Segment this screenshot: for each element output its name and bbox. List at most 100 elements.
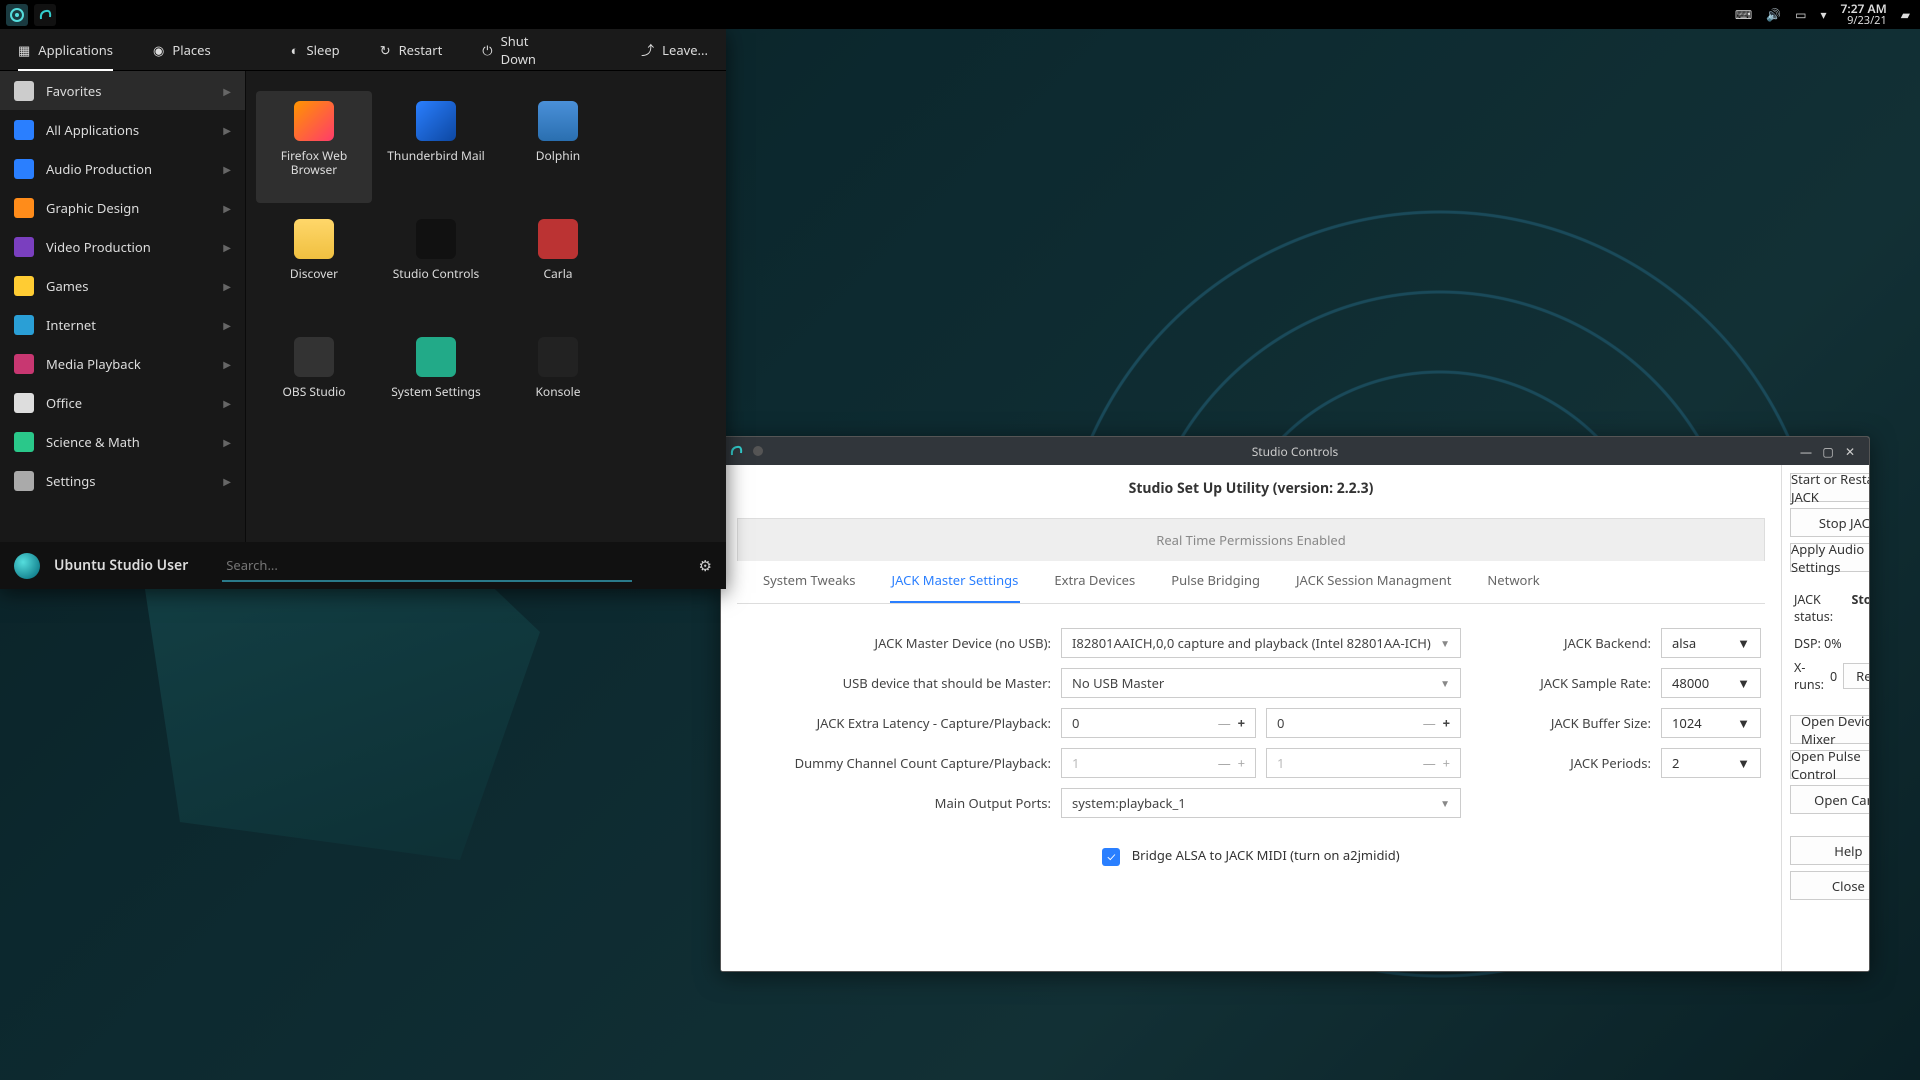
studio-icon	[38, 8, 52, 22]
power-restart[interactable]: ↻Restart	[380, 41, 443, 59]
app-icon	[416, 337, 456, 377]
jack-status-label: JACK status:	[1794, 591, 1851, 625]
app-system-settings[interactable]: System Settings	[378, 327, 494, 439]
latency-playback-spin[interactable]: 0— +	[1266, 708, 1461, 738]
bridge-alsa-row[interactable]: ✓ Bridge ALSA to JACK MIDI (turn on a2jm…	[721, 818, 1781, 894]
sidebar-item-science-math[interactable]: Science & Math▶	[0, 422, 245, 461]
app-konsole[interactable]: Konsole	[500, 327, 616, 439]
avatar[interactable]	[14, 553, 40, 579]
clock-date: 9/23/21	[1841, 15, 1887, 27]
app-label: Studio Controls	[393, 267, 480, 281]
app-label: Firefox Web Browser	[256, 149, 372, 178]
tab-jack-session-managment[interactable]: JACK Session Managment	[1294, 561, 1453, 603]
category-icon	[14, 276, 34, 296]
app-studio-controls[interactable]: Studio Controls	[378, 209, 494, 321]
latency-capture-spin[interactable]: 0— +	[1061, 708, 1256, 738]
category-icon	[14, 237, 34, 257]
periods-label: JACK Periods:	[1461, 754, 1661, 772]
search-input[interactable]	[222, 550, 632, 582]
tab-applications[interactable]: ▦ Applications	[18, 41, 113, 71]
sidebar-item-office[interactable]: Office▶	[0, 383, 245, 422]
display-icon[interactable]: ▭	[1795, 6, 1806, 23]
settings-tabs: System Tweaks JACK Master Settings Extra D…	[737, 561, 1765, 604]
chevron-down-icon: ▼	[1737, 754, 1750, 772]
open-carla-button[interactable]: Open Carla	[1790, 785, 1870, 814]
minimize-button[interactable]: —	[1795, 443, 1817, 460]
app-discover[interactable]: Discover	[256, 209, 372, 321]
app-thunderbird-mail[interactable]: Thunderbird Mail	[378, 91, 494, 203]
periods-combo[interactable]: 2▼	[1661, 748, 1761, 778]
help-button[interactable]: Help	[1790, 836, 1870, 865]
gear-icon[interactable]: ⚙	[699, 556, 712, 576]
app-label: Discover	[290, 267, 338, 281]
start-menu-button[interactable]	[6, 4, 28, 26]
power-shutdown[interactable]: ⏻Shut Down	[482, 32, 540, 68]
username: Ubuntu Studio User	[54, 556, 188, 575]
tab-network[interactable]: Network	[1485, 561, 1541, 603]
app-icon	[538, 101, 578, 141]
sidebar-item-games[interactable]: Games▶	[0, 266, 245, 305]
window-menu-dot[interactable]	[753, 446, 763, 456]
maximize-button[interactable]: ▢	[1817, 443, 1839, 460]
open-pulse-button[interactable]: Open Pulse Control	[1790, 750, 1870, 779]
close-button[interactable]: ✕	[1839, 443, 1861, 460]
sidebar-item-audio-production[interactable]: Audio Production▶	[0, 149, 245, 188]
volume-icon[interactable]: 🔊	[1766, 6, 1781, 23]
side-panel: Start or Restart JACK Stop JACK Apply Au…	[1781, 465, 1870, 971]
chevron-right-icon: ▶	[223, 240, 231, 254]
sidebar-item-internet[interactable]: Internet▶	[0, 305, 245, 344]
launcher-grid: Firefox Web Browser Thunderbird Mail Dolph…	[246, 71, 726, 542]
dummy-playback-spin[interactable]: 1— +	[1266, 748, 1461, 778]
close-window-button[interactable]: Close	[1790, 871, 1870, 900]
sidebar-item-graphic-design[interactable]: Graphic Design▶	[0, 188, 245, 227]
usb-master-label: USB device that should be Master:	[741, 674, 1061, 692]
sidebar-item-favorites[interactable]: Favorites▶	[0, 71, 245, 110]
power-sleep[interactable]: ◐Sleep	[291, 41, 340, 59]
sample-rate-combo[interactable]: 48000▼	[1661, 668, 1761, 698]
app-label: Dolphin	[536, 149, 580, 163]
output-combo[interactable]: system:playback_1▼	[1061, 788, 1461, 818]
sidebar-item-media-playback[interactable]: Media Playback▶	[0, 344, 245, 383]
category-icon	[14, 432, 34, 452]
apply-settings-button[interactable]: Apply Audio Settings	[1790, 543, 1870, 572]
app-obs-studio[interactable]: OBS Studio	[256, 327, 372, 439]
keyboard-icon[interactable]: ⌨	[1735, 6, 1752, 23]
reset-xruns-button[interactable]: Reset	[1843, 663, 1870, 689]
sample-rate-label: JACK Sample Rate:	[1461, 674, 1661, 692]
buffer-combo[interactable]: 1024▼	[1661, 708, 1761, 738]
dsp-label: DSP: 0%	[1794, 635, 1842, 652]
sidebar-item-label: Media Playback	[46, 355, 141, 373]
usb-master-combo[interactable]: No USB Master▼	[1061, 668, 1461, 698]
tab-pulse-bridging[interactable]: Pulse Bridging	[1169, 561, 1262, 603]
app-label: Thunderbird Mail	[387, 149, 485, 163]
sidebar-item-label: Graphic Design	[46, 199, 139, 217]
sidebar-item-all-applications[interactable]: All Applications▶	[0, 110, 245, 149]
stop-jack-button[interactable]: Stop JACK	[1790, 508, 1870, 537]
chevron-right-icon: ▶	[223, 279, 231, 293]
app-firefox-web-browser[interactable]: Firefox Web Browser	[256, 91, 372, 203]
master-device-combo[interactable]: I82801AAICH,0,0 capture and playback (In…	[1061, 628, 1461, 658]
dummy-capture-spin[interactable]: 1— +	[1061, 748, 1256, 778]
app-dolphin[interactable]: Dolphin	[500, 91, 616, 203]
tab-jack-master-settings[interactable]: JACK Master Settings	[890, 561, 1021, 603]
sidebar-item-video-production[interactable]: Video Production▶	[0, 227, 245, 266]
backend-combo[interactable]: alsa▼	[1661, 628, 1761, 658]
sidebar-item-label: All Applications	[46, 121, 139, 139]
open-mixer-combo[interactable]: Open Device Mixer▼	[1790, 715, 1870, 744]
clock[interactable]: 7:27 AM 9/23/21	[1841, 2, 1887, 27]
notifications-icon[interactable]: ▰	[1901, 6, 1910, 23]
taskbar-app-studio[interactable]	[34, 4, 56, 26]
start-jack-button[interactable]: Start or Restart JACK	[1790, 473, 1870, 502]
power-leave[interactable]: ⤴Leave...	[641, 40, 708, 59]
app-carla[interactable]: Carla	[500, 209, 616, 321]
chevron-right-icon: ▶	[223, 474, 231, 488]
chevron-down-icon[interactable]: ▾	[1820, 6, 1826, 23]
tab-places[interactable]: ◉ Places	[153, 41, 211, 59]
restart-icon: ↻	[380, 41, 391, 59]
master-device-label: JACK Master Device (no USB):	[741, 634, 1061, 652]
sidebar-item-settings[interactable]: Settings▶	[0, 461, 245, 500]
tab-extra-devices[interactable]: Extra Devices	[1052, 561, 1137, 603]
tab-system-tweaks[interactable]: System Tweaks	[761, 561, 858, 603]
chevron-right-icon: ▶	[223, 84, 231, 98]
chevron-right-icon: ▶	[223, 318, 231, 332]
